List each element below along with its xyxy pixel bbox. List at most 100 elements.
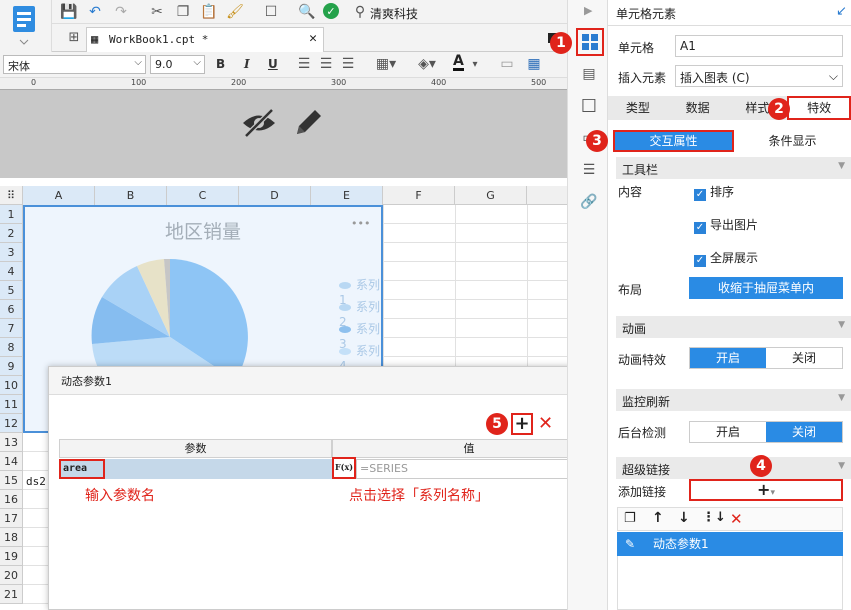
- row-header-1[interactable]: 1: [0, 205, 23, 224]
- fill-color-icon[interactable]: ◈▾: [412, 56, 442, 72]
- add-param-button[interactable]: +: [511, 413, 533, 435]
- row-header-6[interactable]: 6: [0, 300, 23, 319]
- checkbox-fullscreen[interactable]: ✓ 全屏展示: [694, 249, 758, 267]
- subtab-condition[interactable]: 条件显示: [734, 130, 851, 152]
- bold-button[interactable]: B: [216, 57, 225, 71]
- row-header-15[interactable]: 15: [0, 471, 23, 490]
- link-icon[interactable]: 🔗: [579, 192, 599, 212]
- section-hyperlink[interactable]: 超级链接 ▼: [616, 457, 851, 479]
- backend-label: 后台检测: [618, 426, 667, 440]
- subtab-interaction[interactable]: 交互属性: [613, 130, 734, 152]
- backend-off-button[interactable]: 关闭: [766, 422, 842, 442]
- underline-button[interactable]: U: [268, 57, 278, 71]
- edit-icon[interactable]: [291, 106, 325, 140]
- table-icon[interactable]: ▦: [525, 56, 543, 72]
- column-header-f[interactable]: F: [383, 186, 455, 205]
- chevron-down-icon[interactable]: ▾: [470, 56, 480, 72]
- widget-icon[interactable]: ☐: [579, 96, 599, 117]
- layout-button[interactable]: 收缩于抽屉菜单内: [689, 277, 843, 299]
- border-icon[interactable]: ▦▾: [373, 56, 399, 72]
- section-toolbar[interactable]: 工具栏 ▼: [616, 157, 851, 179]
- cell-element-button[interactable]: [576, 28, 604, 56]
- insert-select[interactable]: 插入图表 (C) ⌵: [675, 65, 843, 87]
- paste-icon[interactable]: 📋: [200, 3, 218, 21]
- section-monitor[interactable]: 监控刷新 ▼: [616, 389, 851, 411]
- row-header-17[interactable]: 17: [0, 509, 23, 528]
- row-header-21[interactable]: 21: [0, 585, 23, 604]
- row-header-13[interactable]: 13: [0, 433, 23, 452]
- row-header-19[interactable]: 19: [0, 547, 23, 566]
- tab-data[interactable]: 数据: [668, 96, 728, 120]
- link-item[interactable]: ✎ 动态参数1: [617, 532, 843, 556]
- cell-attr-icon[interactable]: ▤: [579, 64, 599, 84]
- row-header-20[interactable]: 20: [0, 566, 23, 585]
- check-icon[interactable]: ✓: [323, 3, 339, 19]
- copy-icon[interactable]: ❐: [624, 511, 636, 526]
- merge-icon[interactable]: ▭: [498, 56, 516, 72]
- font-size-select[interactable]: 9.0 ⌵: [150, 55, 205, 74]
- row-header-5[interactable]: 5: [0, 281, 23, 300]
- row-header-11[interactable]: 11: [0, 395, 23, 414]
- row-header-3[interactable]: 3: [0, 243, 23, 262]
- italic-button[interactable]: I: [244, 57, 250, 71]
- checkbox-export-image[interactable]: ✓ 导出图片: [694, 216, 758, 234]
- formula-button[interactable]: F(x): [332, 457, 356, 479]
- save-icon[interactable]: 💾: [60, 3, 78, 21]
- column-header-e[interactable]: E: [311, 186, 383, 205]
- row-header-7[interactable]: 7: [0, 319, 23, 338]
- row-header-14[interactable]: 14: [0, 452, 23, 471]
- row-header-2[interactable]: 2: [0, 224, 23, 243]
- row-header-16[interactable]: 16: [0, 490, 23, 509]
- brand-name[interactable]: 清爽科技: [370, 5, 418, 22]
- tab-type[interactable]: 类型: [608, 96, 668, 120]
- hide-icon[interactable]: [240, 106, 278, 140]
- preview-icon[interactable]: ☐: [262, 3, 280, 21]
- tab-workbook[interactable]: ▦ WorkBook1.cpt * ✕: [86, 27, 324, 52]
- add-link-button[interactable]: +▾: [689, 479, 843, 501]
- copy-icon[interactable]: ❐: [174, 3, 192, 21]
- redo-icon[interactable]: ↷: [112, 3, 130, 21]
- align-center-icon[interactable]: ☰: [318, 56, 334, 72]
- row-header-10[interactable]: 10: [0, 376, 23, 395]
- column-header-g[interactable]: G: [455, 186, 527, 205]
- param-name-input[interactable]: area: [59, 459, 105, 479]
- move-up-icon[interactable]: ↑: [652, 510, 664, 526]
- align-right-icon[interactable]: ☰: [340, 56, 356, 72]
- move-down-icon[interactable]: ↓: [678, 510, 690, 526]
- delete-icon[interactable]: ✕: [730, 510, 743, 528]
- cell-input[interactable]: A1: [675, 35, 843, 57]
- add-link-label: 添加链接: [618, 485, 667, 499]
- row-header-8[interactable]: 8: [0, 338, 23, 357]
- sort-icon[interactable]: ⋮↓: [702, 510, 726, 525]
- grid-icon[interactable]: ⊞: [66, 29, 82, 45]
- anim-on-button[interactable]: 开启: [690, 348, 766, 368]
- anim-off-button[interactable]: 关闭: [766, 348, 842, 368]
- column-header-d[interactable]: D: [239, 186, 311, 205]
- column-header-c[interactable]: C: [167, 186, 239, 205]
- font-color-button[interactable]: A: [453, 54, 464, 71]
- undo-icon[interactable]: ↶: [86, 3, 104, 21]
- column-header-a[interactable]: A: [23, 186, 95, 205]
- workbook-icon: ▦: [91, 32, 99, 46]
- cut-icon[interactable]: ✂: [148, 3, 166, 21]
- search-icon[interactable]: 🔍: [298, 3, 316, 21]
- select-all-corner[interactable]: ⠿: [0, 186, 23, 205]
- align-left-icon[interactable]: ☰: [296, 56, 312, 72]
- delete-icon[interactable]: ✕: [538, 413, 553, 434]
- backend-on-button[interactable]: 开启: [690, 422, 766, 442]
- row-header-4[interactable]: 4: [0, 262, 23, 281]
- tab-effects[interactable]: 特效: [787, 96, 851, 120]
- font-family-select[interactable]: 宋体 ⌵: [3, 55, 146, 74]
- format-painter-icon[interactable]: 🖌: [226, 3, 244, 21]
- column-header-b[interactable]: B: [95, 186, 167, 205]
- checkbox-sort[interactable]: ✓ 排序: [694, 183, 734, 201]
- arrow-icon[interactable]: ↙: [836, 4, 847, 19]
- row-header-18[interactable]: 18: [0, 528, 23, 547]
- layer-icon[interactable]: ☰: [579, 160, 599, 180]
- row-header-9[interactable]: 9: [0, 357, 23, 376]
- app-logo[interactable]: [0, 0, 52, 52]
- row-header-12[interactable]: 12: [0, 414, 23, 433]
- close-icon[interactable]: ✕: [309, 31, 317, 46]
- section-animation[interactable]: 动画 ▼: [616, 316, 851, 338]
- collapse-icon[interactable]: ▶: [584, 4, 592, 17]
